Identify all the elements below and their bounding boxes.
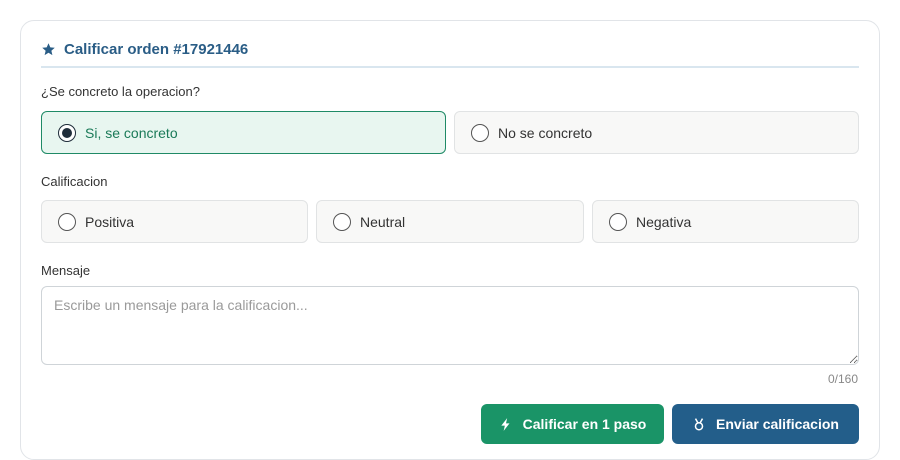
radio-unselected[interactable] bbox=[471, 123, 489, 142]
bolt-icon bbox=[500, 417, 510, 431]
option-label: Positiva bbox=[85, 213, 135, 230]
radio-unselected[interactable] bbox=[58, 212, 76, 231]
option-label: Si, se concreto bbox=[85, 124, 178, 141]
rating-label: Calificacion bbox=[41, 174, 108, 189]
rating-card: Calificar orden #17921446 ¿Se concreto l… bbox=[20, 20, 880, 460]
message-textarea[interactable] bbox=[41, 286, 859, 365]
concreted-question-label: ¿Se concreto la operacion? bbox=[41, 84, 200, 99]
send-rating-button[interactable]: Enviar calificacion bbox=[672, 404, 859, 444]
quick-rate-button[interactable]: Calificar en 1 paso bbox=[481, 404, 664, 444]
message-label: Mensaje bbox=[41, 263, 91, 278]
char-counter: 0/160 bbox=[827, 372, 858, 386]
option-positiva[interactable]: Positiva bbox=[41, 200, 308, 243]
card-header: Calificar orden #17921446 bbox=[41, 41, 859, 68]
option-negativa[interactable]: Negativa bbox=[592, 200, 859, 243]
option-label: Negativa bbox=[636, 213, 692, 230]
option-label: No se concreto bbox=[498, 124, 593, 141]
radio-unselected[interactable] bbox=[609, 212, 627, 231]
star-icon bbox=[42, 43, 55, 56]
option-label: Neutral bbox=[360, 213, 406, 230]
radio-selected[interactable] bbox=[58, 123, 76, 142]
medal-icon bbox=[694, 417, 704, 431]
option-neutral[interactable]: Neutral bbox=[316, 200, 584, 243]
option-si-concreto[interactable]: Si, se concreto bbox=[41, 111, 446, 154]
radio-unselected[interactable] bbox=[333, 212, 351, 231]
card-title: Calificar orden #17921446 bbox=[64, 41, 249, 58]
option-no-concreto[interactable]: No se concreto bbox=[454, 111, 859, 154]
